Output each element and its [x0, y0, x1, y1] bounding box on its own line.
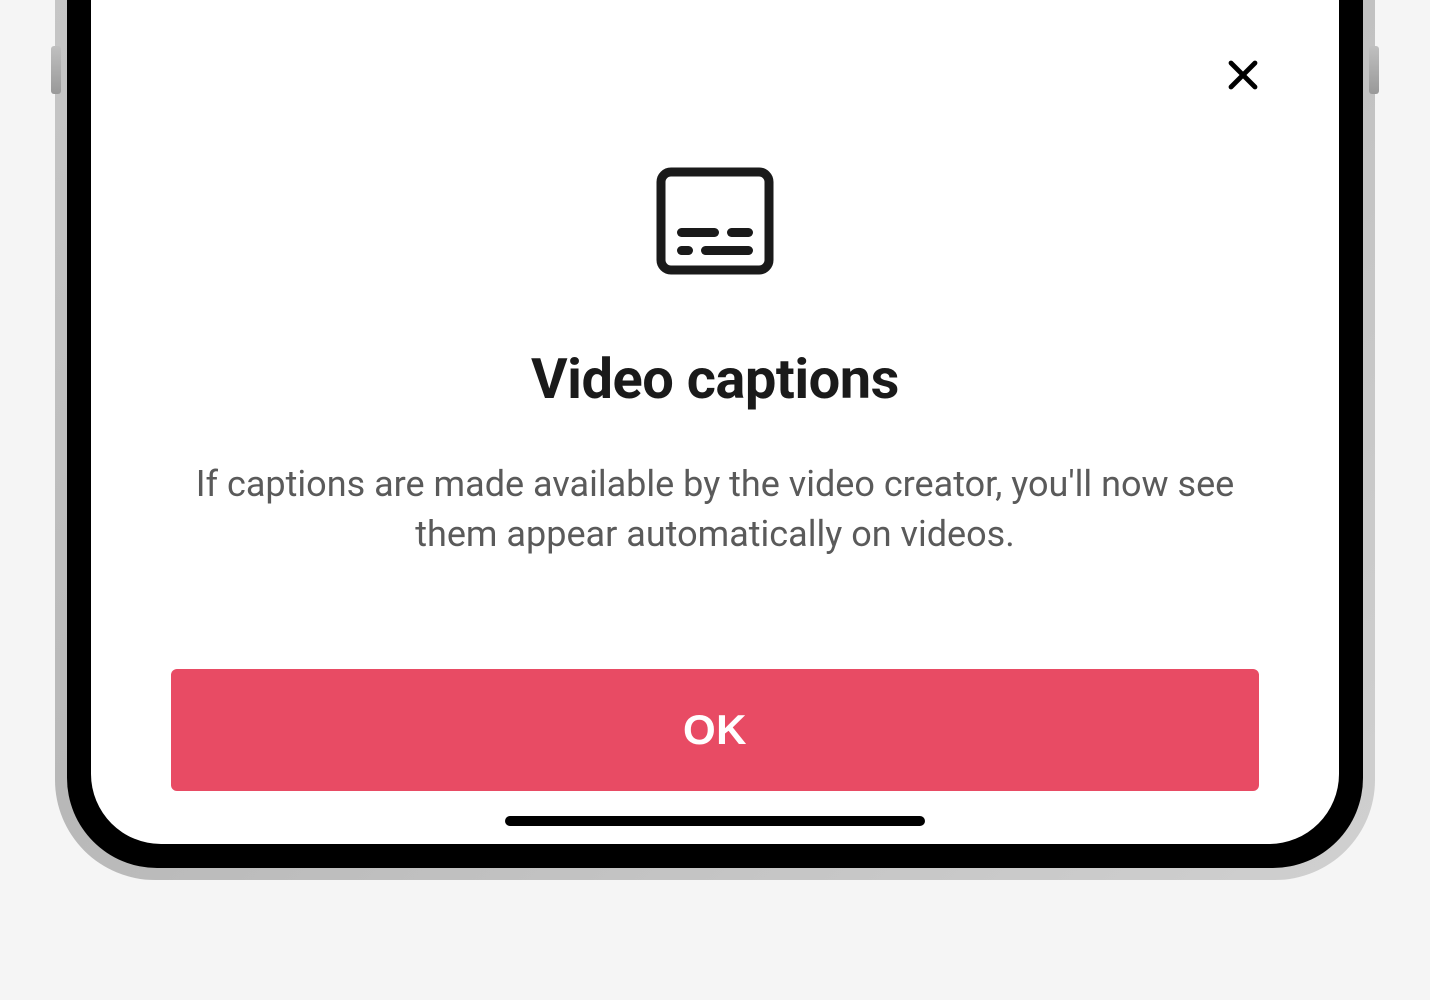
- ok-button[interactable]: OK: [171, 669, 1259, 791]
- modal-body-text: If captions are made available by the vi…: [171, 460, 1259, 559]
- captions-icon: [171, 166, 1259, 276]
- phone-screen: Video captions If captions are made avai…: [91, 0, 1339, 844]
- phone-device-inner: Video captions If captions are made avai…: [67, 0, 1363, 868]
- modal-title: Video captions: [171, 346, 1259, 412]
- device-side-notch: [51, 46, 61, 94]
- device-side-notch: [1369, 46, 1379, 94]
- video-captions-modal: Video captions If captions are made avai…: [91, 16, 1339, 791]
- close-button[interactable]: [1219, 52, 1267, 100]
- ok-button-label: OK: [683, 706, 747, 753]
- home-indicator[interactable]: [505, 816, 925, 826]
- close-icon: [1225, 57, 1261, 96]
- phone-device-frame: Video captions If captions are made avai…: [55, 0, 1375, 880]
